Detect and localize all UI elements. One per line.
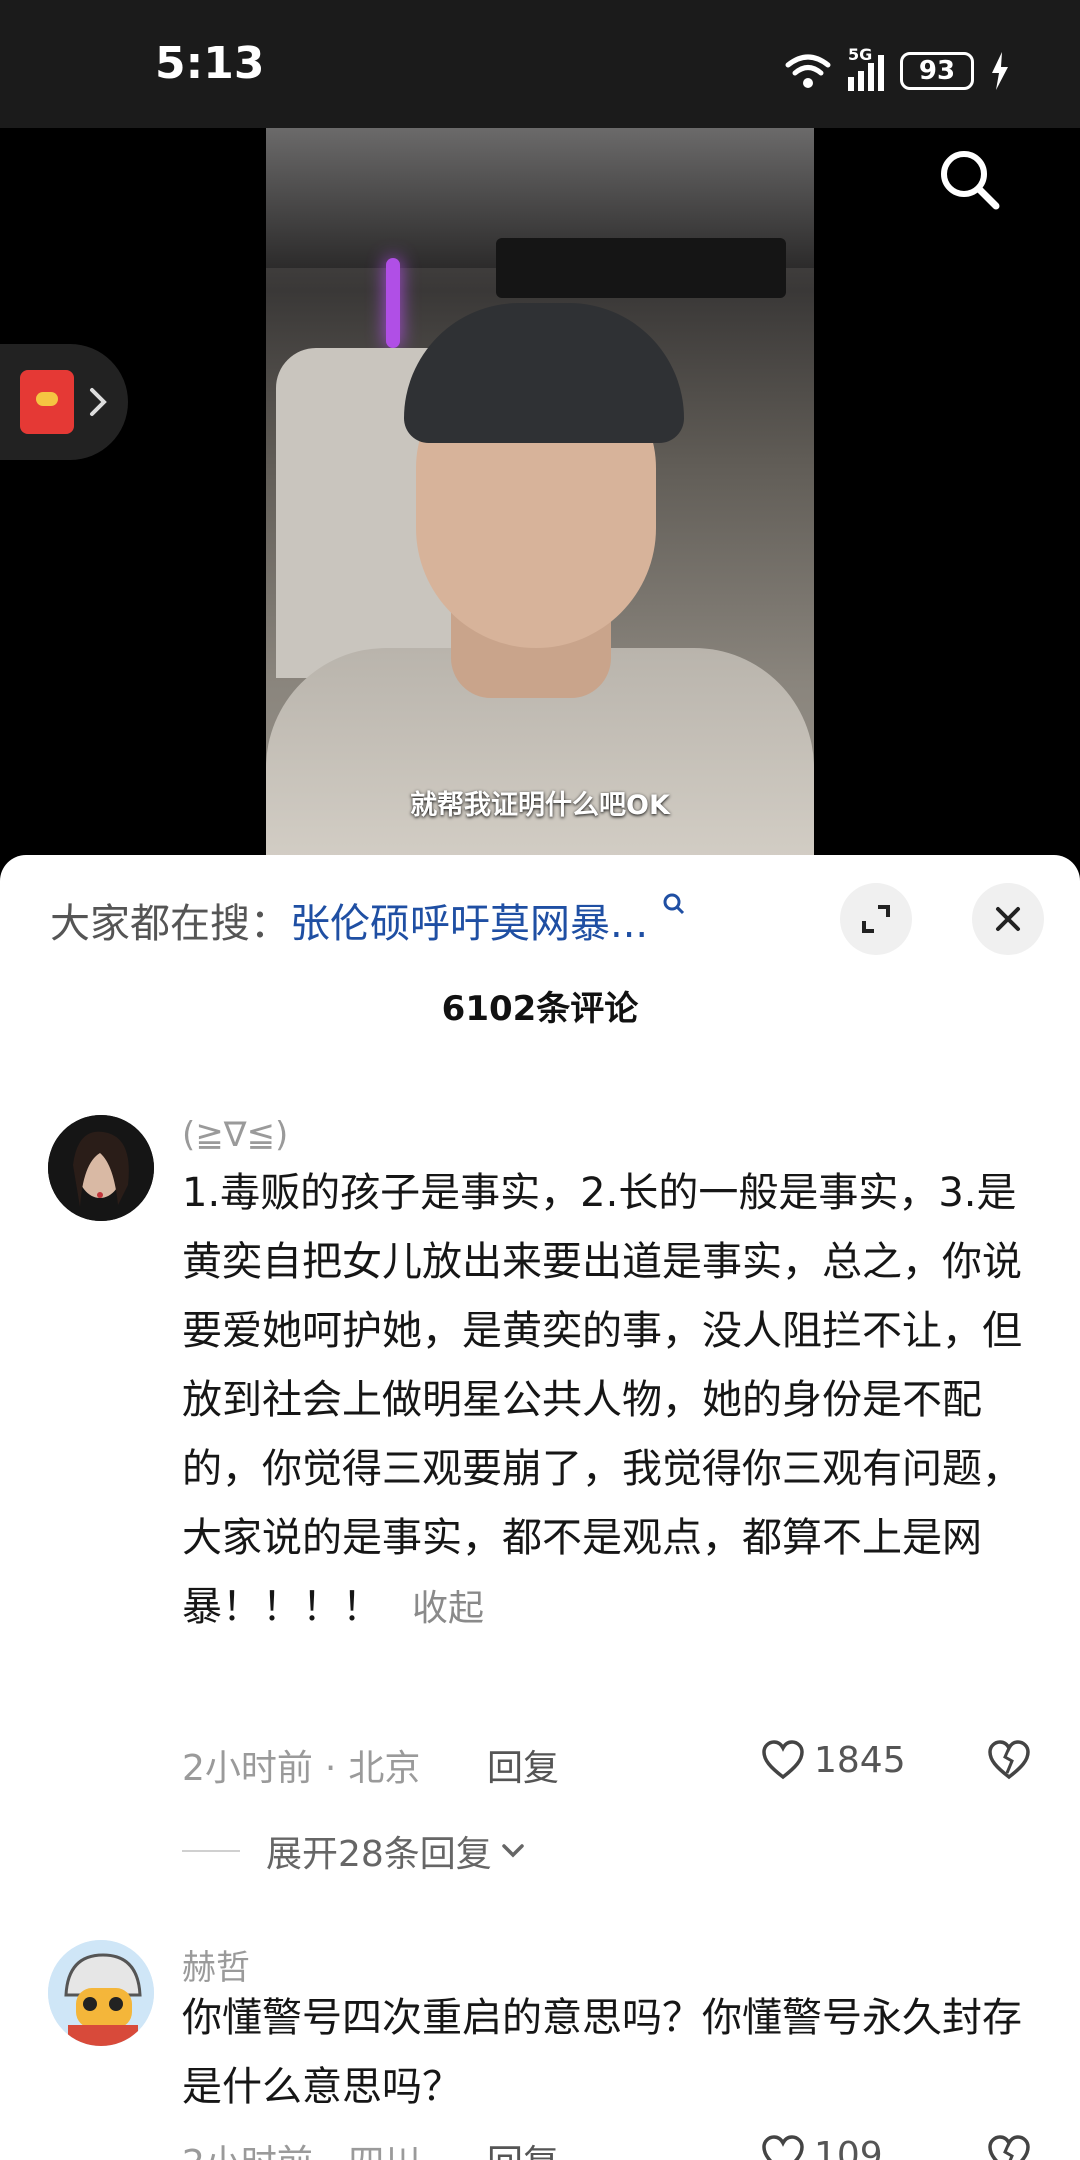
avatar-image	[48, 1115, 154, 1221]
comment-username[interactable]: (≧∇≦)	[182, 1115, 288, 1155]
expand-button[interactable]	[840, 883, 912, 955]
wifi-icon	[785, 54, 831, 88]
network-type-label: 5G	[848, 45, 873, 64]
person-cap	[404, 303, 684, 443]
broken-heart-icon	[988, 1740, 1030, 1780]
status-time: 5:13	[155, 38, 265, 89]
comment-meta: 2小时前·四川 回复 109	[182, 2134, 1032, 2160]
comment-body: 1.毒贩的孩子是事实，2.长的一般是事实，3.是黄奕自把女儿放出来要出道是事实，…	[182, 1170, 1022, 1630]
comment-location: 四川	[348, 2143, 420, 2160]
video-frame[interactable]: 就帮我证明什么吧OK	[266, 128, 814, 868]
expand-replies-label: 展开28条回复	[266, 1834, 492, 1875]
expand-replies[interactable]: 展开28条回复	[182, 1825, 528, 1877]
signal-icon: 5G	[848, 45, 884, 91]
close-icon	[996, 907, 1020, 931]
expand-icon	[862, 905, 890, 933]
comment-time: 2小时前	[182, 2143, 313, 2160]
dislike-button[interactable]	[986, 1739, 1032, 1790]
hot-search-query[interactable]: 张伦硕呼吁莫网暴...	[290, 901, 648, 947]
comment-body: 你懂警号四次重启的意思吗？你懂警号永久封存是什么意思吗？	[182, 1995, 1022, 2110]
search-icon	[941, 151, 1000, 210]
comment-username[interactable]: 赫哲	[182, 1940, 250, 1989]
like-button[interactable]: 1845	[760, 1739, 906, 1781]
battery-indicator: 93	[900, 52, 974, 90]
video-area[interactable]: 就帮我证明什么吧OK	[0, 128, 1080, 868]
video-caption: 就帮我证明什么吧OK	[410, 790, 670, 821]
comment-text: 1.毒贩的孩子是事实，2.长的一般是事实，3.是黄奕自把女儿放出来要出道是事实，…	[182, 1159, 1032, 1643]
like-count: 1845	[814, 1739, 906, 1781]
red-packet-icon	[20, 370, 74, 434]
like-button[interactable]: 109	[760, 2134, 883, 2160]
battery-level: 93	[918, 56, 956, 86]
search-button[interactable]	[930, 140, 1010, 220]
red-packet-button[interactable]	[0, 344, 128, 460]
heart-icon	[762, 2135, 804, 2160]
comment-time: 2小时前	[182, 1748, 313, 1789]
chevron-down-icon	[502, 1844, 524, 1858]
avatar[interactable]	[48, 1940, 154, 2046]
collapse-link[interactable]: 收起	[412, 1588, 484, 1629]
comment-text: 你懂警号四次重启的意思吗？你懂警号永久封存是什么意思吗？	[182, 1984, 1032, 2122]
close-button[interactable]	[972, 883, 1044, 955]
avatar-image	[48, 1940, 154, 2046]
broken-heart-icon	[988, 2135, 1030, 2160]
search-small-icon	[663, 893, 684, 915]
dislike-button[interactable]	[986, 2134, 1032, 2160]
hot-search-prefix: 大家都在搜：	[50, 901, 290, 947]
comment-count: 6102条评论	[441, 989, 639, 1029]
charging-icon	[992, 52, 1008, 90]
avatar[interactable]	[48, 1115, 154, 1221]
heart-icon	[762, 1740, 804, 1780]
reply-button[interactable]: 回复	[487, 2134, 559, 2160]
comment-meta: 2小时前 · 北京 回复 1845	[182, 1739, 1032, 1799]
comment-sheet: 大家都在搜：张伦硕呼吁莫网暴... 6102条评论 (≧∇≦) 1.毒贩的孩子是…	[0, 855, 1080, 2160]
reply-button[interactable]: 回复	[487, 1739, 559, 1791]
comment-location: 北京	[348, 1748, 421, 1789]
status-icons: 5G 93	[784, 45, 1010, 94]
like-count: 109	[814, 2134, 883, 2160]
hot-search-bar[interactable]: 大家都在搜：张伦硕呼吁莫网暴...	[50, 891, 687, 949]
status-bar: 5:13 5G 93	[0, 0, 1080, 128]
chevron-right-icon	[90, 388, 107, 416]
